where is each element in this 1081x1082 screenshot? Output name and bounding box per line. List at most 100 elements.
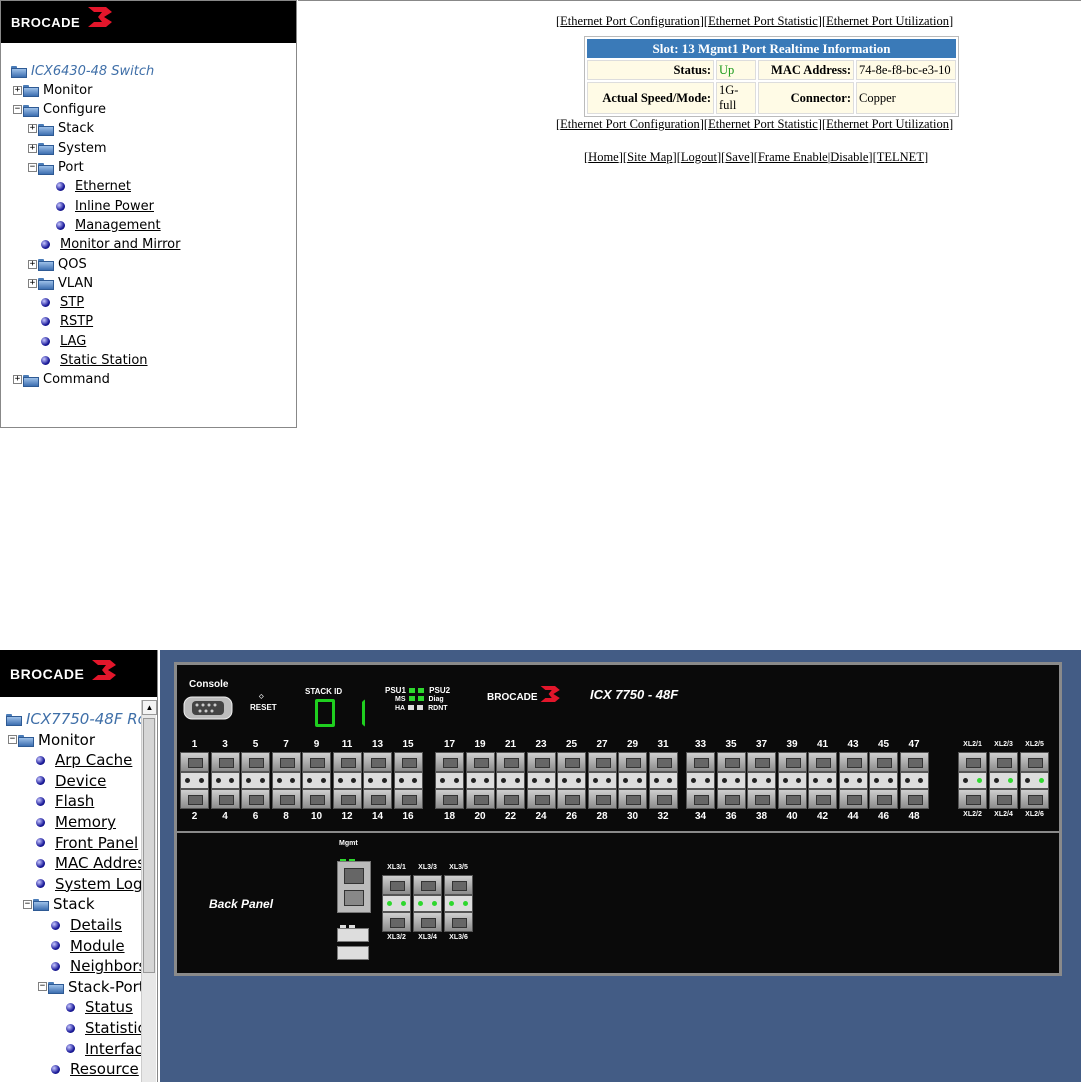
usb-port-1[interactable] — [337, 928, 369, 942]
tree-link-system-log[interactable]: System Log — [36, 874, 143, 894]
sfp-port[interactable] — [899, 752, 929, 772]
ethernet-port-statistic-link[interactable]: Ethernet Port Statistic — [708, 14, 818, 28]
sfp-port[interactable] — [465, 752, 495, 772]
sfp-port[interactable] — [302, 789, 331, 809]
tree-folder-qos[interactable]: + QOS — [28, 255, 87, 273]
sfp-port[interactable] — [271, 789, 301, 809]
tree-folder-stack[interactable]: + Stack — [28, 120, 94, 138]
tree-link-label[interactable]: STP — [60, 295, 84, 310]
tree-link-monitor-and-mirror[interactable]: Monitor and Mirror — [41, 236, 180, 254]
sfp-port[interactable] — [747, 752, 776, 772]
scroll-up-icon[interactable]: ▲ — [142, 700, 157, 715]
tree-link-arp-cache[interactable]: Arp Cache — [36, 750, 132, 770]
expand-icon[interactable]: + — [28, 143, 37, 153]
sfp-port[interactable] — [838, 789, 868, 809]
collapse-icon[interactable]: − — [23, 899, 32, 909]
tree-link-label[interactable]: Memory — [55, 813, 116, 831]
sfp-port[interactable] — [686, 752, 715, 772]
tree-link-memory[interactable]: Memory — [36, 812, 116, 832]
tree-folder-system[interactable]: + System — [28, 139, 106, 157]
sfp-port[interactable] — [302, 752, 331, 772]
xl-port[interactable] — [1020, 752, 1049, 772]
tree-folder-monitor[interactable]: − Monitor — [8, 730, 95, 750]
tree-link-front-panel[interactable]: Front Panel — [36, 833, 138, 853]
tree-link-resource[interactable]: Resource — [51, 1059, 139, 1079]
sfp-port[interactable] — [332, 789, 362, 809]
tree-link-management[interactable]: Management — [56, 216, 161, 234]
sfp-port[interactable] — [869, 789, 898, 809]
xl-port[interactable] — [1020, 789, 1049, 809]
tree-folder-stack[interactable]: − Stack — [23, 894, 95, 914]
tree-folder-configure[interactable]: − Configure — [13, 101, 106, 119]
tree-link-label[interactable]: MAC Addres — [55, 854, 145, 872]
collapse-icon[interactable]: − — [13, 105, 22, 115]
tree-link-mac-addres[interactable]: MAC Addres — [36, 853, 145, 873]
sfp-port[interactable] — [393, 752, 423, 772]
sfp-port[interactable] — [526, 789, 556, 809]
xl-port[interactable] — [413, 912, 442, 932]
sfp-port[interactable] — [465, 789, 495, 809]
tree-link-label[interactable]: Resource — [70, 1060, 139, 1078]
console-port-icon[interactable] — [183, 693, 233, 723]
sfp-port[interactable] — [210, 789, 240, 809]
xl-port[interactable] — [382, 912, 411, 932]
ethernet-port-utilization-link[interactable]: Ethernet Port Utilization — [826, 14, 949, 28]
sfp-port[interactable] — [435, 752, 464, 772]
tree-folder-monitor[interactable]: + Monitor — [13, 81, 92, 99]
tree-link-flash[interactable]: Flash — [36, 791, 94, 811]
tree-link-neighbors[interactable]: Neighbors — [51, 956, 146, 976]
ethernet-port-statistic-link[interactable]: Ethernet Port Statistic — [708, 117, 818, 131]
sfp-port[interactable] — [363, 789, 392, 809]
sfp-port[interactable] — [271, 752, 301, 772]
tree-link-label[interactable]: System Log — [55, 875, 143, 893]
sfp-port[interactable] — [526, 752, 556, 772]
expand-icon[interactable]: + — [13, 375, 22, 385]
sfp-port[interactable] — [686, 789, 715, 809]
sfp-port[interactable] — [716, 789, 746, 809]
ethernet-port-utilization-link[interactable]: Ethernet Port Utilization — [826, 117, 949, 131]
tree-folder-vlan[interactable]: + VLAN — [28, 274, 93, 292]
sfp-port[interactable] — [496, 789, 525, 809]
tree-link-device[interactable]: Device — [36, 771, 106, 791]
tree-link-label[interactable]: Static Station — [60, 353, 148, 368]
tree-folder-command[interactable]: + Command — [13, 371, 110, 389]
tree-link-static-station[interactable]: Static Station — [41, 352, 148, 370]
sfp-port[interactable] — [435, 789, 464, 809]
sfp-port[interactable] — [557, 789, 586, 809]
tree-link-details[interactable]: Details — [51, 915, 122, 935]
home-link[interactable]: Home — [588, 150, 619, 164]
tree-link-inline-power[interactable]: Inline Power — [56, 197, 154, 215]
sfp-port[interactable] — [716, 752, 746, 772]
expand-icon[interactable]: + — [13, 85, 22, 95]
tree-link-interface[interactable]: Interface — [66, 1039, 152, 1059]
tree-link-label[interactable]: Inline Power — [75, 199, 154, 214]
tree-link-label[interactable]: Status — [85, 998, 133, 1016]
tree-link-label[interactable]: LAG — [60, 334, 86, 349]
sfp-port[interactable] — [618, 752, 647, 772]
sfp-port[interactable] — [393, 789, 423, 809]
xl-port[interactable] — [382, 875, 411, 895]
ethernet-port-configuration-link[interactable]: Ethernet Port Configuration — [560, 117, 700, 131]
tree-link-label[interactable]: Management — [75, 218, 161, 233]
sfp-port[interactable] — [587, 752, 617, 772]
sfp-port[interactable] — [838, 752, 868, 772]
collapse-icon[interactable]: − — [8, 735, 17, 745]
sfp-port[interactable] — [618, 789, 647, 809]
tree-link-label[interactable]: RSTP — [60, 314, 93, 329]
sfp-port[interactable] — [210, 752, 240, 772]
sfp-port[interactable] — [587, 789, 617, 809]
sidebar-scrollbar[interactable]: ▲ — [141, 700, 157, 1082]
xl-port[interactable] — [989, 789, 1018, 809]
xl-port[interactable] — [444, 875, 473, 895]
tree-link-rstp[interactable]: RSTP — [41, 313, 93, 331]
sfp-port[interactable] — [363, 752, 392, 772]
expand-icon[interactable]: + — [28, 259, 37, 269]
tree-root[interactable]: ICX6430-48 Switch — [11, 62, 154, 80]
sfp-port[interactable] — [180, 752, 209, 772]
sfp-port[interactable] — [241, 789, 270, 809]
ethernet-port-configuration-link[interactable]: Ethernet Port Configuration — [560, 14, 700, 28]
tree-link-label[interactable]: Monitor and Mirror — [60, 237, 180, 252]
frame-enable-link[interactable]: Frame Enable — [758, 150, 828, 164]
sfp-port[interactable] — [777, 789, 807, 809]
collapse-icon[interactable]: − — [38, 982, 47, 992]
